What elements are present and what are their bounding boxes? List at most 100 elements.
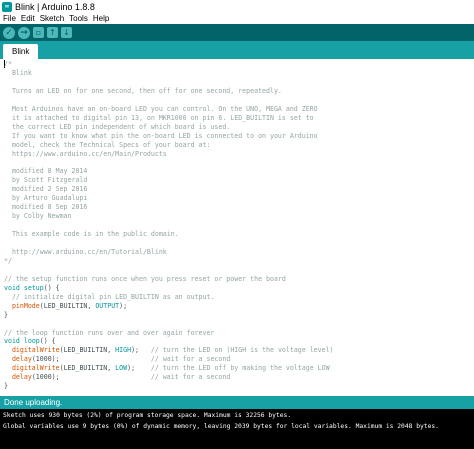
code-line: delay(1000); // wait for a second	[4, 355, 230, 364]
code-token: }	[4, 382, 8, 390]
code-line: // the loop function runs over and over …	[4, 329, 214, 338]
code-line: pinMode(LED_BUILTIN, OUTPUT);	[4, 302, 127, 311]
code-token: OUTPUT	[95, 301, 120, 310]
code-token: This example code is in the public domai…	[4, 230, 179, 239]
code-line: it is attached to digital pin 13, on MKR…	[4, 114, 314, 123]
code-line: void loop() {	[4, 337, 56, 346]
code-token: by Arturo Guadalupi	[4, 194, 88, 203]
code-line: /*	[4, 60, 12, 69]
code-line: }	[4, 311, 8, 320]
code-line: // the setup function runs once when you…	[4, 275, 286, 284]
code-token: // the setup function runs once when you…	[4, 274, 286, 283]
code-line: }	[4, 382, 8, 390]
code-line: delay(1000); // wait for a second	[4, 373, 230, 382]
code-token: /*	[4, 60, 12, 68]
code-line: If you want to know what pin the on-boar…	[4, 132, 318, 141]
open-sketch-icon[interactable]: ↑	[47, 27, 58, 38]
code-token: (1000);	[31, 373, 151, 382]
code-token: delay	[11, 355, 32, 364]
verify-icon[interactable]: ✓	[3, 26, 15, 39]
menu-help[interactable]: Help	[93, 14, 109, 23]
code-line: by Colby Newman	[4, 212, 72, 221]
code-token: HIGH	[115, 346, 132, 355]
menu-edit[interactable]: Edit	[21, 14, 35, 23]
code-token: Blink	[4, 68, 32, 77]
save-sketch-icon[interactable]: ↓	[61, 27, 72, 38]
code-line: This example code is in the public domai…	[4, 230, 179, 239]
code-line: Most Arduinos have an on-board LED you c…	[4, 105, 318, 114]
code-token: pinMode	[11, 301, 40, 310]
code-token: () {	[43, 283, 60, 292]
new-sketch-icon[interactable]: ▫	[33, 27, 44, 38]
code-token: () {	[39, 337, 56, 346]
code-token: // the loop function runs over and over …	[4, 328, 215, 337]
console-output: Sketch uses 930 bytes (2%) of program st…	[0, 409, 474, 449]
code-token: digitalWrite	[11, 346, 60, 355]
code-line: by Scott Fitzgerald	[4, 176, 87, 185]
code-token: by Scott Fitzgerald	[4, 176, 88, 185]
console-line: Global variables use 9 bytes (0%) of dyn…	[3, 423, 439, 430]
menu-sketch[interactable]: Sketch	[40, 14, 64, 23]
code-token: model, check the Technical Specs of your…	[4, 140, 211, 149]
upload-icon[interactable]: →	[18, 26, 30, 39]
console-line: Sketch uses 930 bytes (2%) of program st…	[3, 412, 292, 419]
code-token: it is attached to digital pin 13, on MKR…	[4, 113, 314, 122]
toolbar: ✓ → ▫ ↑ ↓	[0, 24, 474, 41]
code-line: Turns an LED on for one second, then off…	[4, 87, 282, 96]
code-line: https://www.arduino.cc/en/Main/Products	[4, 150, 167, 159]
code-token: (1000);	[31, 355, 151, 364]
code-line: the correct LED pin independent of which…	[4, 123, 230, 132]
code-token: (LED_BUILTIN,	[59, 364, 116, 373]
code-line: modified 2 Sep 2016	[4, 185, 87, 194]
tab-blink[interactable]: Blink	[3, 44, 39, 59]
code-token: the correct LED pin independent of which…	[4, 122, 231, 131]
code-line: by Arturo Guadalupi	[4, 194, 87, 203]
status-message: Done uploading.	[4, 398, 63, 407]
tab-strip: Blink	[0, 41, 474, 59]
code-line: digitalWrite(LED_BUILTIN, LOW); // turn …	[4, 364, 330, 373]
menu-bar: File Edit Sketch Tools Help	[0, 13, 474, 24]
code-token: */	[4, 256, 12, 265]
code-line: digitalWrite(LED_BUILTIN, HIGH); // turn…	[4, 346, 334, 355]
code-line: model, check the Technical Specs of your…	[4, 140, 211, 150]
code-token: digitalWrite	[11, 364, 60, 373]
code-line: modified 8 May 2014	[4, 167, 87, 176]
code-token: (LED_BUILTIN,	[59, 346, 116, 355]
code-line: // initialize digital pin LED_BUILTIN as…	[4, 293, 214, 302]
code-token: void	[4, 283, 20, 292]
window-title: Blink | Arduino 1.8.8	[15, 1, 95, 12]
code-line: Blink	[4, 69, 32, 78]
code-token: modified 8 May 2014	[4, 167, 88, 176]
code-line: void setup() {	[4, 284, 60, 293]
menu-tools[interactable]: Tools	[69, 14, 88, 23]
code-token: Most Arduinos have an on-board LED you c…	[4, 104, 318, 113]
code-editor[interactable]: /* Blink Turns an LED on for one second,…	[0, 59, 474, 390]
code-token: http://www.arduino.cc/en/Tutorial/Blink	[4, 247, 167, 256]
title-bar: ∞ Blink | Arduino 1.8.8	[0, 0, 474, 13]
code-token: If you want to know what pin the on-boar…	[4, 131, 318, 140]
code-token: loop	[23, 337, 40, 346]
code-token: delay	[11, 373, 32, 382]
code-token: // wait for a second	[150, 373, 231, 382]
menu-file[interactable]: File	[3, 14, 16, 23]
code-token: void	[4, 337, 20, 346]
code-line: http://www.arduino.cc/en/Tutorial/Blink	[4, 248, 167, 257]
code-token: }	[4, 310, 8, 319]
code-token: );	[127, 364, 151, 373]
code-token: // turn the LED on (HIGH is the voltage …	[150, 346, 334, 355]
code-token: by Colby Newman	[4, 212, 72, 221]
code-token: // turn the LED off by making the voltag…	[150, 364, 330, 373]
code-token: );	[119, 301, 128, 310]
arduino-logo-icon: ∞	[2, 1, 12, 12]
code-token: Turns an LED on for one second, then off…	[4, 86, 282, 95]
code-token: LOW	[115, 364, 128, 373]
code-token: modified 8 Sep 2016	[4, 203, 88, 212]
code-token: );	[131, 346, 151, 355]
code-line: */	[4, 257, 12, 266]
code-token: modified 2 Sep 2016	[4, 185, 88, 194]
